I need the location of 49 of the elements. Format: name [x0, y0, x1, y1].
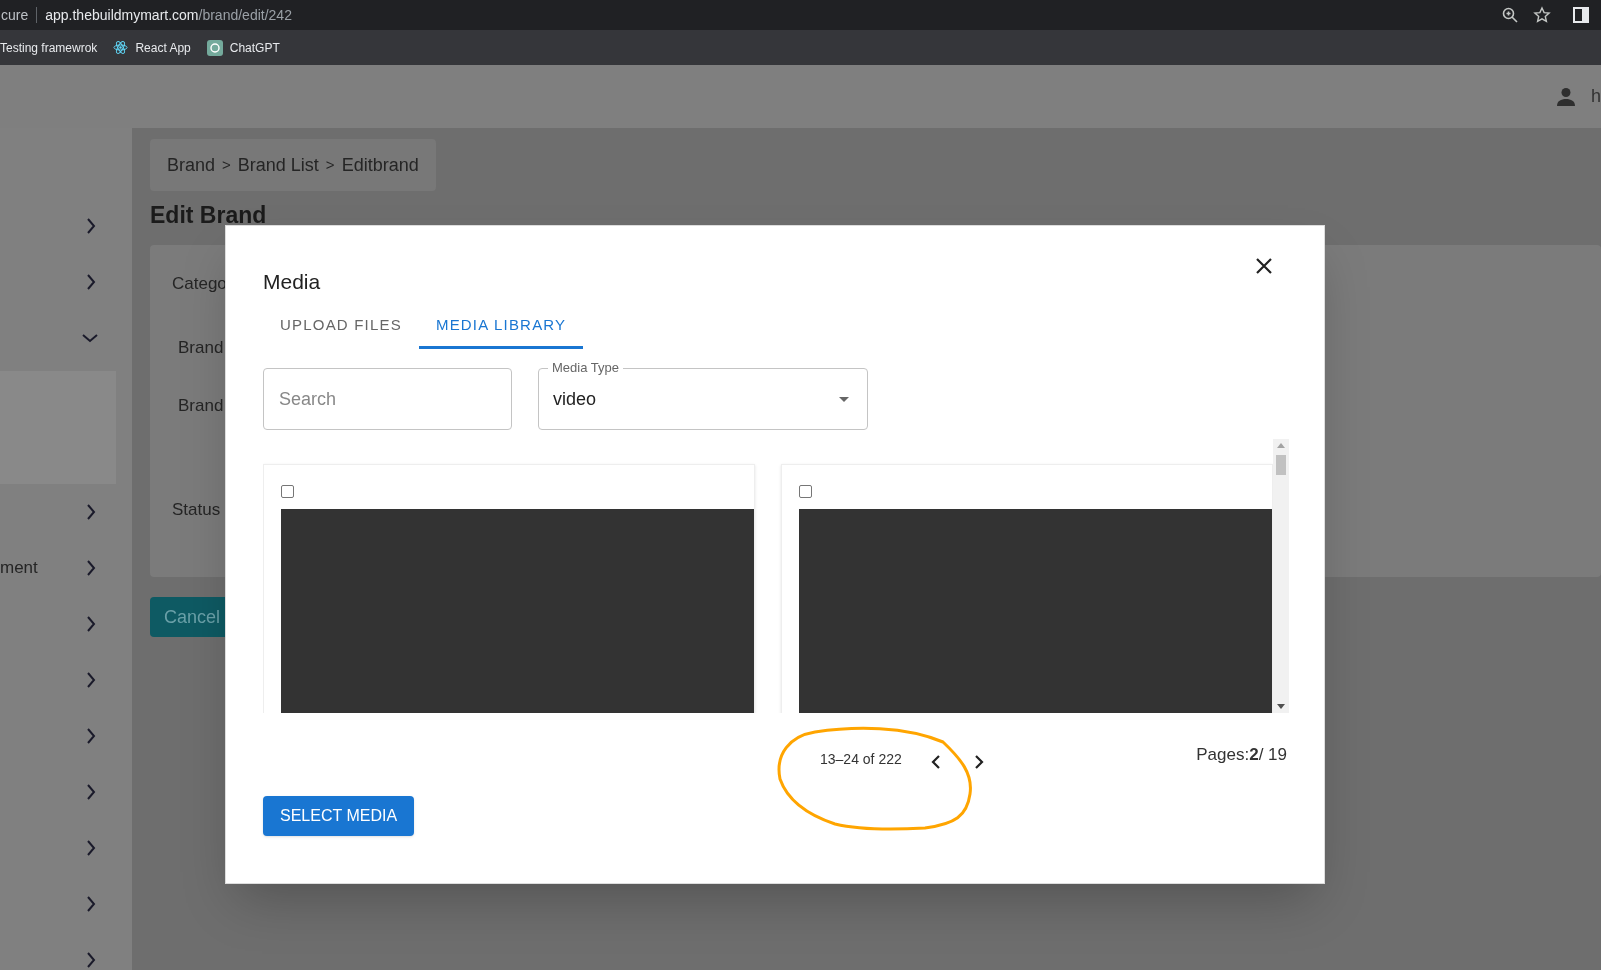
chevron-right-icon[interactable]: [84, 895, 96, 913]
tab[interactable]: UPLOAD FILES: [263, 304, 419, 349]
url-prefix: cure: [0, 5, 29, 25]
breadcrumb-link[interactable]: Brand: [167, 151, 216, 179]
dialog-title: Media: [263, 269, 321, 295]
star-icon[interactable]: [1533, 6, 1551, 24]
chevron-right-icon[interactable]: [84, 951, 96, 969]
form-label: Catego: [172, 273, 227, 295]
bookmark[interactable]: Testing framewrok: [0, 38, 98, 57]
chevron-right-icon[interactable]: [84, 559, 96, 577]
zoom-icon[interactable]: [1501, 6, 1519, 24]
chevron-right-icon[interactable]: [84, 727, 96, 745]
chevron-left-icon: [931, 755, 941, 769]
chevron-right-icon: [974, 755, 984, 769]
chevron-down-icon[interactable]: [82, 331, 98, 345]
address-bar-url[interactable]: app.thebuildmymart.com/brand/edit/242: [45, 4, 292, 26]
scrollbar[interactable]: [1273, 439, 1289, 713]
breadcrumb-separator: >: [222, 154, 231, 175]
atom-icon: [113, 40, 129, 55]
page-counter: Pages:2/ 19: [1196, 744, 1287, 766]
pagination-range: 13–24 of 222: [820, 750, 902, 769]
chevron-right-icon[interactable]: [84, 503, 96, 521]
checkbox[interactable]: [799, 485, 812, 498]
sidebar-item-label[interactable]: ment: [0, 555, 38, 581]
breadcrumb-link[interactable]: Editbrand: [341, 151, 419, 179]
scrollbar-thumb[interactable]: [1276, 455, 1286, 475]
side-panel-icon[interactable]: [1573, 7, 1589, 23]
chevron-right-icon[interactable]: [84, 615, 96, 633]
breadcrumb-link[interactable]: Brand List: [237, 151, 319, 179]
bookmark[interactable]: React App: [113, 38, 191, 57]
bookmark[interactable]: ChatGPT: [206, 38, 280, 57]
tab[interactable]: MEDIA LIBRARY: [418, 304, 584, 349]
chevron-right-icon[interactable]: [84, 783, 96, 801]
dropdown-caret-icon: [839, 396, 849, 402]
chevron-right-icon[interactable]: [84, 273, 96, 291]
checkbox[interactable]: [281, 485, 294, 498]
chevron-right-icon[interactable]: [84, 671, 96, 689]
scroll-down-arrow-icon[interactable]: [1277, 704, 1285, 709]
form-label: Status: [172, 499, 221, 521]
form-label: Brand: [178, 395, 224, 417]
form-label: Brand: [178, 337, 224, 359]
search-field[interactable]: Search: [263, 368, 512, 430]
chevron-right-icon[interactable]: [84, 839, 96, 857]
breadcrumb-separator: >: [325, 154, 335, 175]
user-name: h: [1591, 85, 1601, 108]
chevron-right-icon[interactable]: [84, 217, 96, 235]
user-icon[interactable]: [1555, 85, 1577, 108]
page-title: Edit Brand: [150, 201, 268, 229]
select-media-button[interactable]: SELECT MEDIA: [263, 796, 415, 836]
